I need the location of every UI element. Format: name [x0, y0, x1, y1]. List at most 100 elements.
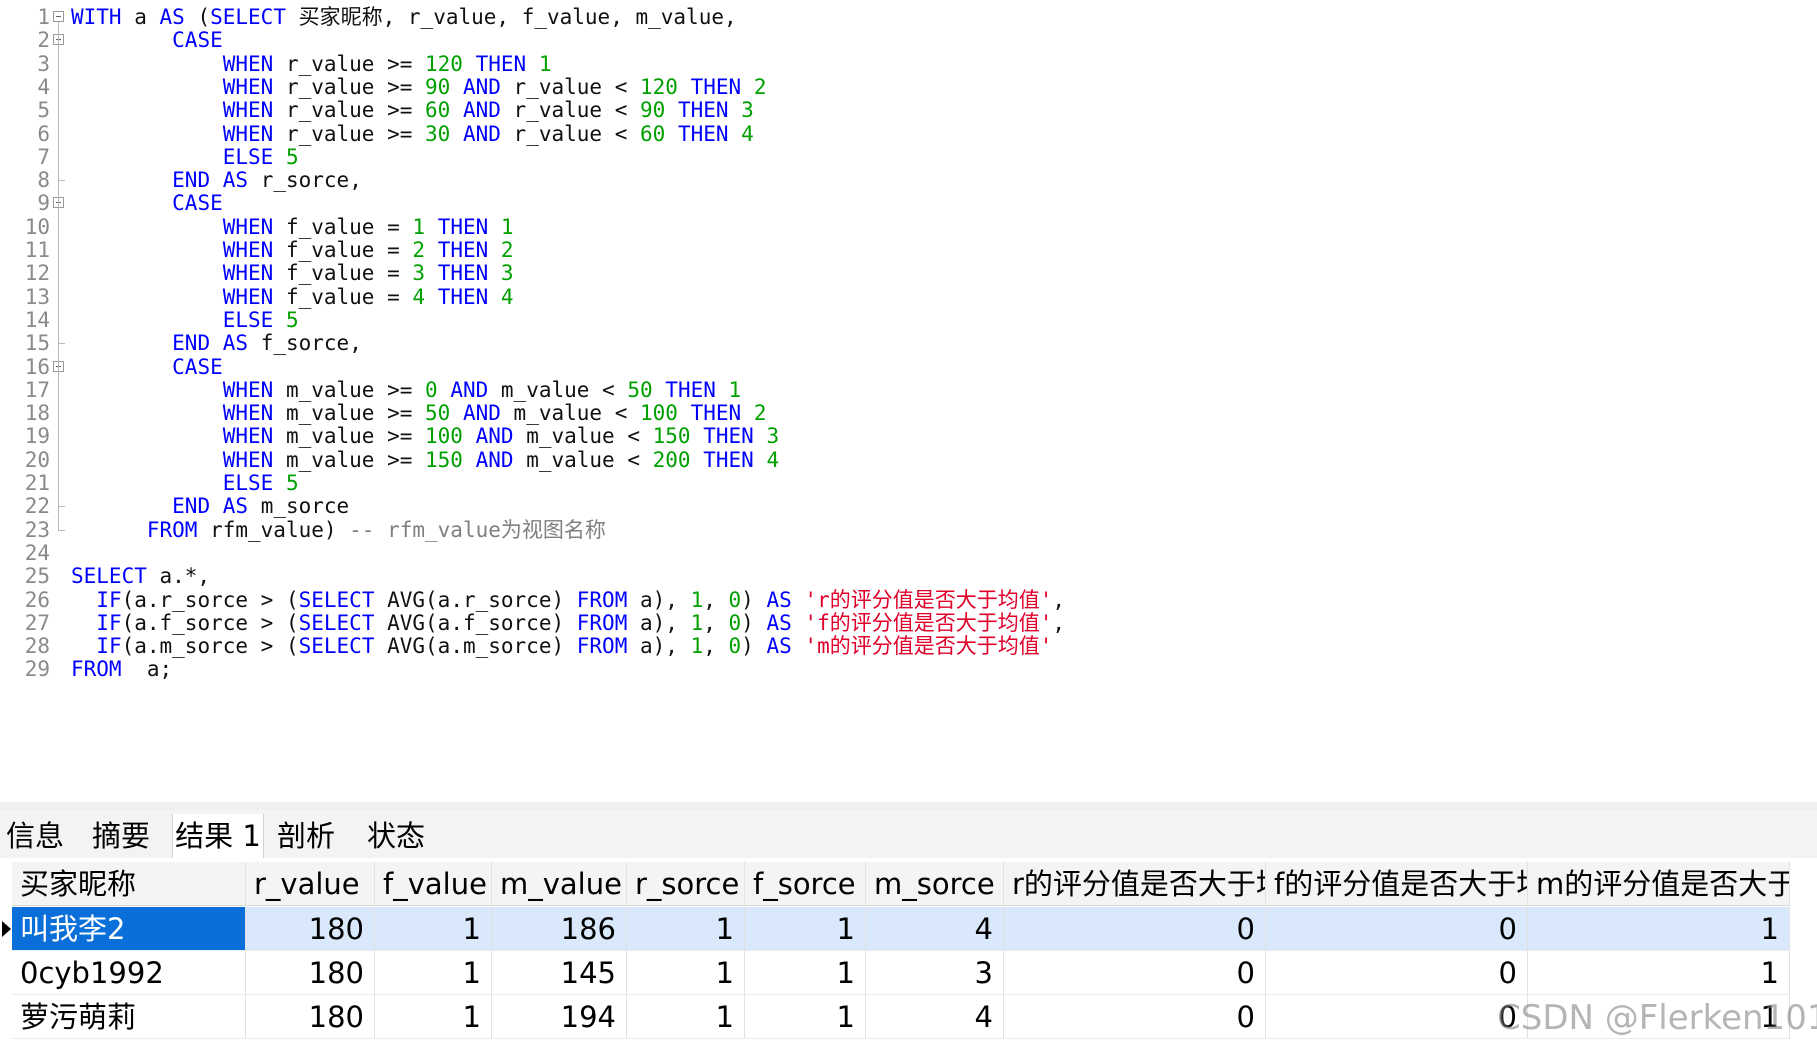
code-token: AS [766, 634, 792, 659]
code-token: , [1052, 587, 1066, 612]
column-header[interactable]: m的评分值是否大于 [1528, 862, 1790, 906]
table-cell[interactable]: 1 [745, 907, 866, 951]
column-header[interactable]: r_sorce [627, 862, 745, 906]
table-cell[interactable]: 180 [246, 995, 375, 1039]
table-cell[interactable]: 叫我李2 [12, 907, 246, 951]
table-cell[interactable]: 1 [375, 907, 492, 951]
table-cell[interactable]: 0 [1266, 907, 1528, 951]
result-tab[interactable]: 摘要 [82, 814, 160, 858]
result-tab[interactable]: 结果 1 [172, 814, 264, 858]
sql-editor[interactable]: 1 WITH a AS (SELECT 买家昵称, r_value, f_valu… [0, 0, 1817, 802]
code-token: 2 [500, 238, 514, 262]
code-token: SELECT [210, 5, 286, 29]
code-token: THEN [437, 238, 489, 262]
table-cell[interactable]: 145 [492, 951, 627, 995]
code-token: m_value < [513, 424, 653, 449]
code-token: SELECT [298, 587, 375, 612]
table-cell[interactable]: 1 [1528, 951, 1790, 995]
table-cell[interactable]: 0 [1266, 951, 1528, 995]
column-header[interactable]: r_value [246, 862, 375, 906]
code-token: WHEN [222, 401, 274, 426]
code-token: THEN [690, 74, 742, 99]
table-cell[interactable]: 180 [246, 907, 375, 951]
code-token: 1 [690, 634, 704, 659]
table-cell[interactable]: 4 [866, 907, 1004, 951]
code-token: END [172, 494, 211, 519]
column-header[interactable]: m_sorce [866, 862, 1004, 906]
result-tab[interactable]: 状态 [358, 814, 434, 858]
table-cell[interactable]: 3 [866, 951, 1004, 995]
fold-end-marker [58, 529, 65, 531]
code-token: AND [462, 401, 501, 426]
code-token: ELSE [222, 307, 274, 332]
table-cell[interactable]: 186 [492, 907, 627, 951]
table-cell[interactable]: 1 [627, 995, 745, 1039]
table-cell[interactable]: 0 [1266, 995, 1528, 1039]
code-token: 60 [425, 98, 451, 123]
code-token: -- rfm_value [349, 517, 501, 542]
code-token: END [172, 168, 211, 193]
result-tab[interactable]: 剖析 [268, 814, 344, 858]
table-cell[interactable]: 4 [866, 995, 1004, 1039]
code-token: f_value = [273, 261, 413, 286]
table-cell[interactable]: 180 [246, 951, 375, 995]
code-token: 5 [285, 144, 299, 169]
table-cell[interactable]: 0 [1004, 951, 1266, 995]
code-token: WHEN [222, 74, 274, 99]
code-token: 5 [285, 307, 299, 332]
pane-splitter[interactable] [0, 802, 1817, 810]
table-cell[interactable]: 1 [627, 951, 745, 995]
code-token: THEN [703, 424, 754, 449]
code-token: a [121, 5, 160, 29]
code-token: THEN [437, 214, 489, 239]
table-cell[interactable]: 萝污萌莉 [12, 995, 246, 1039]
table-cell[interactable]: 194 [492, 995, 627, 1039]
column-header[interactable]: 买家昵称 [12, 862, 246, 906]
code-token: AVG(a.r_sorce) [374, 587, 577, 612]
table-cell[interactable]: 0 [1004, 907, 1266, 951]
table-cell[interactable]: 1 [1528, 907, 1790, 951]
column-header[interactable]: f的评分值是否大于均 [1266, 862, 1528, 906]
table-cell[interactable]: 1 [375, 951, 492, 995]
result-tab[interactable]: 信息 [0, 814, 70, 858]
table-cell[interactable]: 1 [627, 907, 745, 951]
code-token: 4 [412, 284, 426, 309]
fold-toggle-icon[interactable] [53, 11, 64, 22]
code-token: , r_value, f_value, m_value, [382, 5, 737, 29]
table-cell[interactable]: 1 [745, 951, 866, 995]
column-header[interactable]: f_sorce [745, 862, 866, 906]
code-token: m_sorce [248, 494, 350, 519]
column-header[interactable]: f_value [375, 862, 492, 906]
column-header[interactable]: r的评分值是否大于均 [1004, 862, 1266, 906]
table-cell[interactable]: 0 [1004, 995, 1266, 1039]
code-token: 1 [728, 377, 742, 402]
table-cell[interactable]: 1 [375, 995, 492, 1039]
code-token: SELECT [298, 610, 375, 635]
fold-guide [58, 371, 59, 507]
table-row[interactable]: 0cyb1992 180 1 145 1 1 3 0 0 1 [0, 951, 1817, 995]
table-row[interactable]: 叫我李2 180 1 186 1 1 4 0 0 1 [0, 907, 1817, 951]
code-token: , [703, 587, 729, 612]
code-token: WHEN [222, 261, 274, 286]
table-cell[interactable]: 1 [745, 995, 866, 1039]
table-cell[interactable]: 0cyb1992 [12, 951, 246, 995]
code-token: AS [766, 587, 792, 612]
column-header[interactable]: m_value [492, 862, 627, 906]
code-token: (a.f_sorce > ( [121, 610, 299, 635]
code-token: 1 [412, 214, 426, 239]
code-token: THEN [437, 261, 489, 286]
